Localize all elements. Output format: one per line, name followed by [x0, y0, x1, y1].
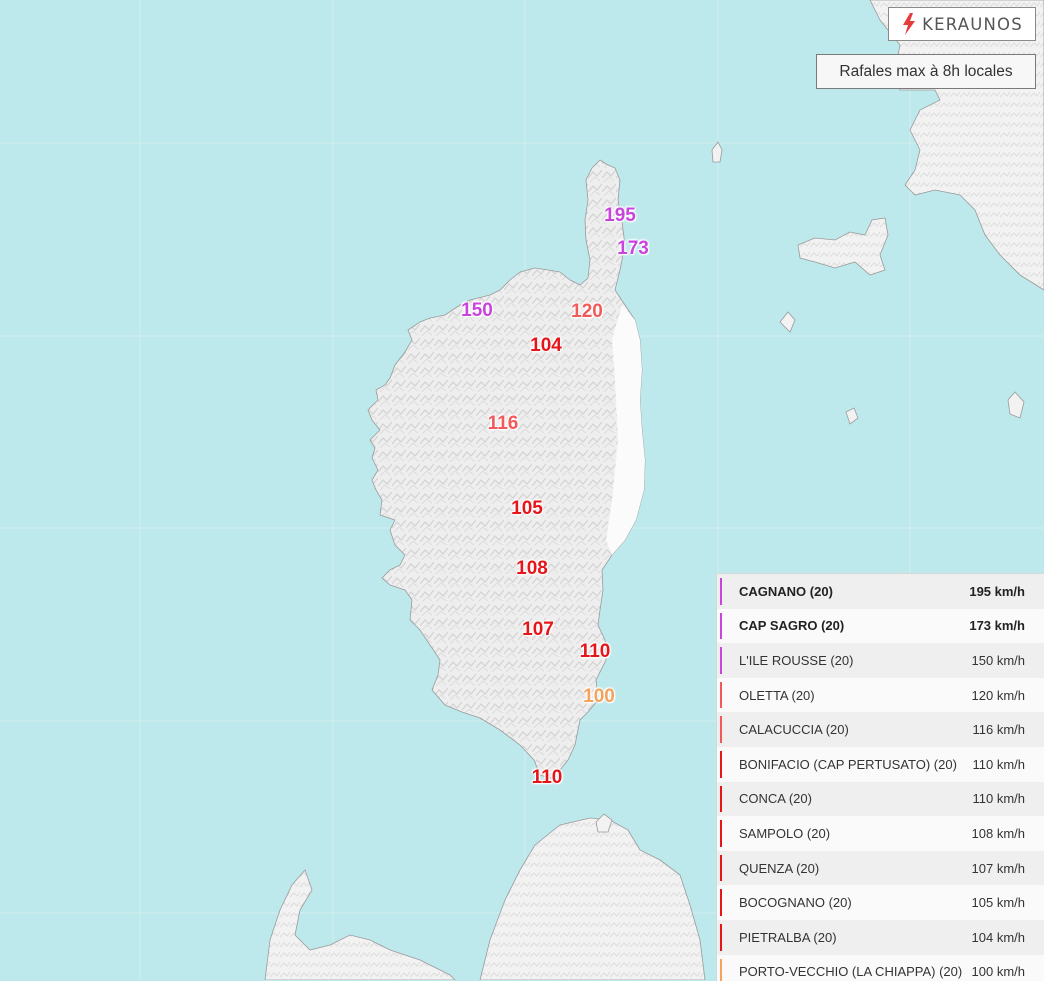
legend-color-bar — [720, 647, 722, 674]
legend-gust-value: 116 km/h — [972, 722, 1025, 738]
marker-oletta[interactable]: 120 — [571, 301, 603, 323]
marker-cap-sagro[interactable]: 173 — [617, 238, 649, 260]
legend-row[interactable]: L'ILE ROUSSE (20) 150 km/h — [717, 643, 1044, 678]
legend-row[interactable]: PORTO-VECCHIO (LA CHIAPPA) (20) 100 km/h — [717, 954, 1044, 981]
legend-row[interactable]: BONIFACIO (CAP PERTUSATO) (20) 110 km/h — [717, 746, 1044, 782]
legend-gust-value: 107 km/h — [971, 860, 1025, 876]
legend-station-name: BOCOGNANO (20) — [739, 895, 852, 911]
legend-gust-value: 173 km/h — [969, 618, 1025, 634]
legend-gust-value: 105 km/h — [971, 895, 1025, 911]
legend-color-bar — [720, 785, 722, 813]
legend-row[interactable]: OLETTA (20) 120 km/h — [717, 677, 1044, 713]
map-title: Rafales max à 8h locales — [816, 54, 1036, 89]
legend-row[interactable]: CAGNANO (20) 195 km/h — [717, 574, 1044, 609]
marker-bocognano[interactable]: 105 — [511, 498, 543, 520]
legend-station-name: SAMPOLO (20) — [739, 825, 831, 841]
legend-station-name: QUENZA (20) — [739, 860, 820, 876]
legend-color-bar — [720, 578, 722, 605]
legend-color-bar — [720, 716, 722, 743]
legend-station-name: PIETRALBA (20) — [739, 929, 837, 945]
legend-color-bar — [720, 923, 722, 951]
legend-gust-value: 120 km/h — [971, 687, 1025, 703]
legend-gust-value: 110 km/h — [972, 791, 1025, 807]
logo-text: KERAUNOS — [922, 14, 1023, 34]
legend-color-bar — [720, 750, 722, 778]
marker-cagnano[interactable]: 195 — [604, 205, 636, 227]
legend-color-bar — [720, 889, 722, 916]
legend-gust-value: 100 km/h — [971, 964, 1025, 980]
marker-porto-vecchio[interactable]: 100 — [583, 686, 615, 708]
marker-conca[interactable]: 110 — [580, 641, 611, 663]
legend-row[interactable]: CALACUCCIA (20) 116 km/h — [717, 712, 1044, 747]
legend-gust-value: 108 km/h — [971, 825, 1025, 841]
legend-color-bar — [720, 681, 722, 709]
legend-color-bar — [720, 612, 722, 640]
legend-station-name: BONIFACIO (CAP PERTUSATO) (20) — [739, 756, 957, 772]
legend-station-name: OLETTA (20) — [739, 687, 815, 703]
legend-gust-value: 150 km/h — [971, 652, 1025, 668]
legend-color-bar — [720, 854, 722, 882]
lightning-icon — [903, 13, 916, 35]
marker-l-ile-rousse[interactable]: 150 — [461, 300, 493, 322]
legend-color-bar — [720, 958, 722, 981]
legend-station-name: CONCA (20) — [739, 791, 812, 807]
legend-row[interactable]: PIETRALBA (20) 104 km/h — [717, 919, 1044, 955]
marker-bonifacio[interactable]: 110 — [532, 767, 563, 789]
legend-gust-value: 195 km/h — [969, 583, 1025, 599]
legend-row[interactable]: CAP SAGRO (20) 173 km/h — [717, 608, 1044, 644]
marker-sampolo[interactable]: 108 — [516, 558, 548, 580]
legend-gust-value: 104 km/h — [971, 929, 1025, 945]
legend-row[interactable]: QUENZA (20) 107 km/h — [717, 850, 1044, 886]
legend-station-name: CAP SAGRO (20) — [739, 618, 845, 634]
marker-quenza[interactable]: 107 — [522, 619, 554, 641]
legend-row[interactable]: BOCOGNANO (20) 105 km/h — [717, 885, 1044, 920]
legend-station-name: CAGNANO (20) — [739, 583, 833, 599]
legend-color-bar — [720, 820, 722, 847]
marker-calacuccia[interactable]: 116 — [488, 413, 519, 435]
legend-row[interactable]: SAMPOLO (20) 108 km/h — [717, 816, 1044, 851]
legend-station-name: CALACUCCIA (20) — [739, 722, 849, 738]
keraunos-logo[interactable]: KERAUNOS — [888, 7, 1036, 41]
legend-row[interactable]: CONCA (20) 110 km/h — [717, 781, 1044, 817]
legend-gust-value: 110 km/h — [972, 756, 1025, 772]
legend-station-name: L'ILE ROUSSE (20) — [739, 652, 854, 668]
station-legend[interactable]: CAGNANO (20) 195 km/h CAP SAGRO (20) 173 km… — [716, 573, 1044, 981]
marker-pietralba[interactable]: 104 — [530, 335, 562, 357]
legend-station-name: PORTO-VECCHIO (LA CHIAPPA) (20) — [739, 964, 963, 980]
